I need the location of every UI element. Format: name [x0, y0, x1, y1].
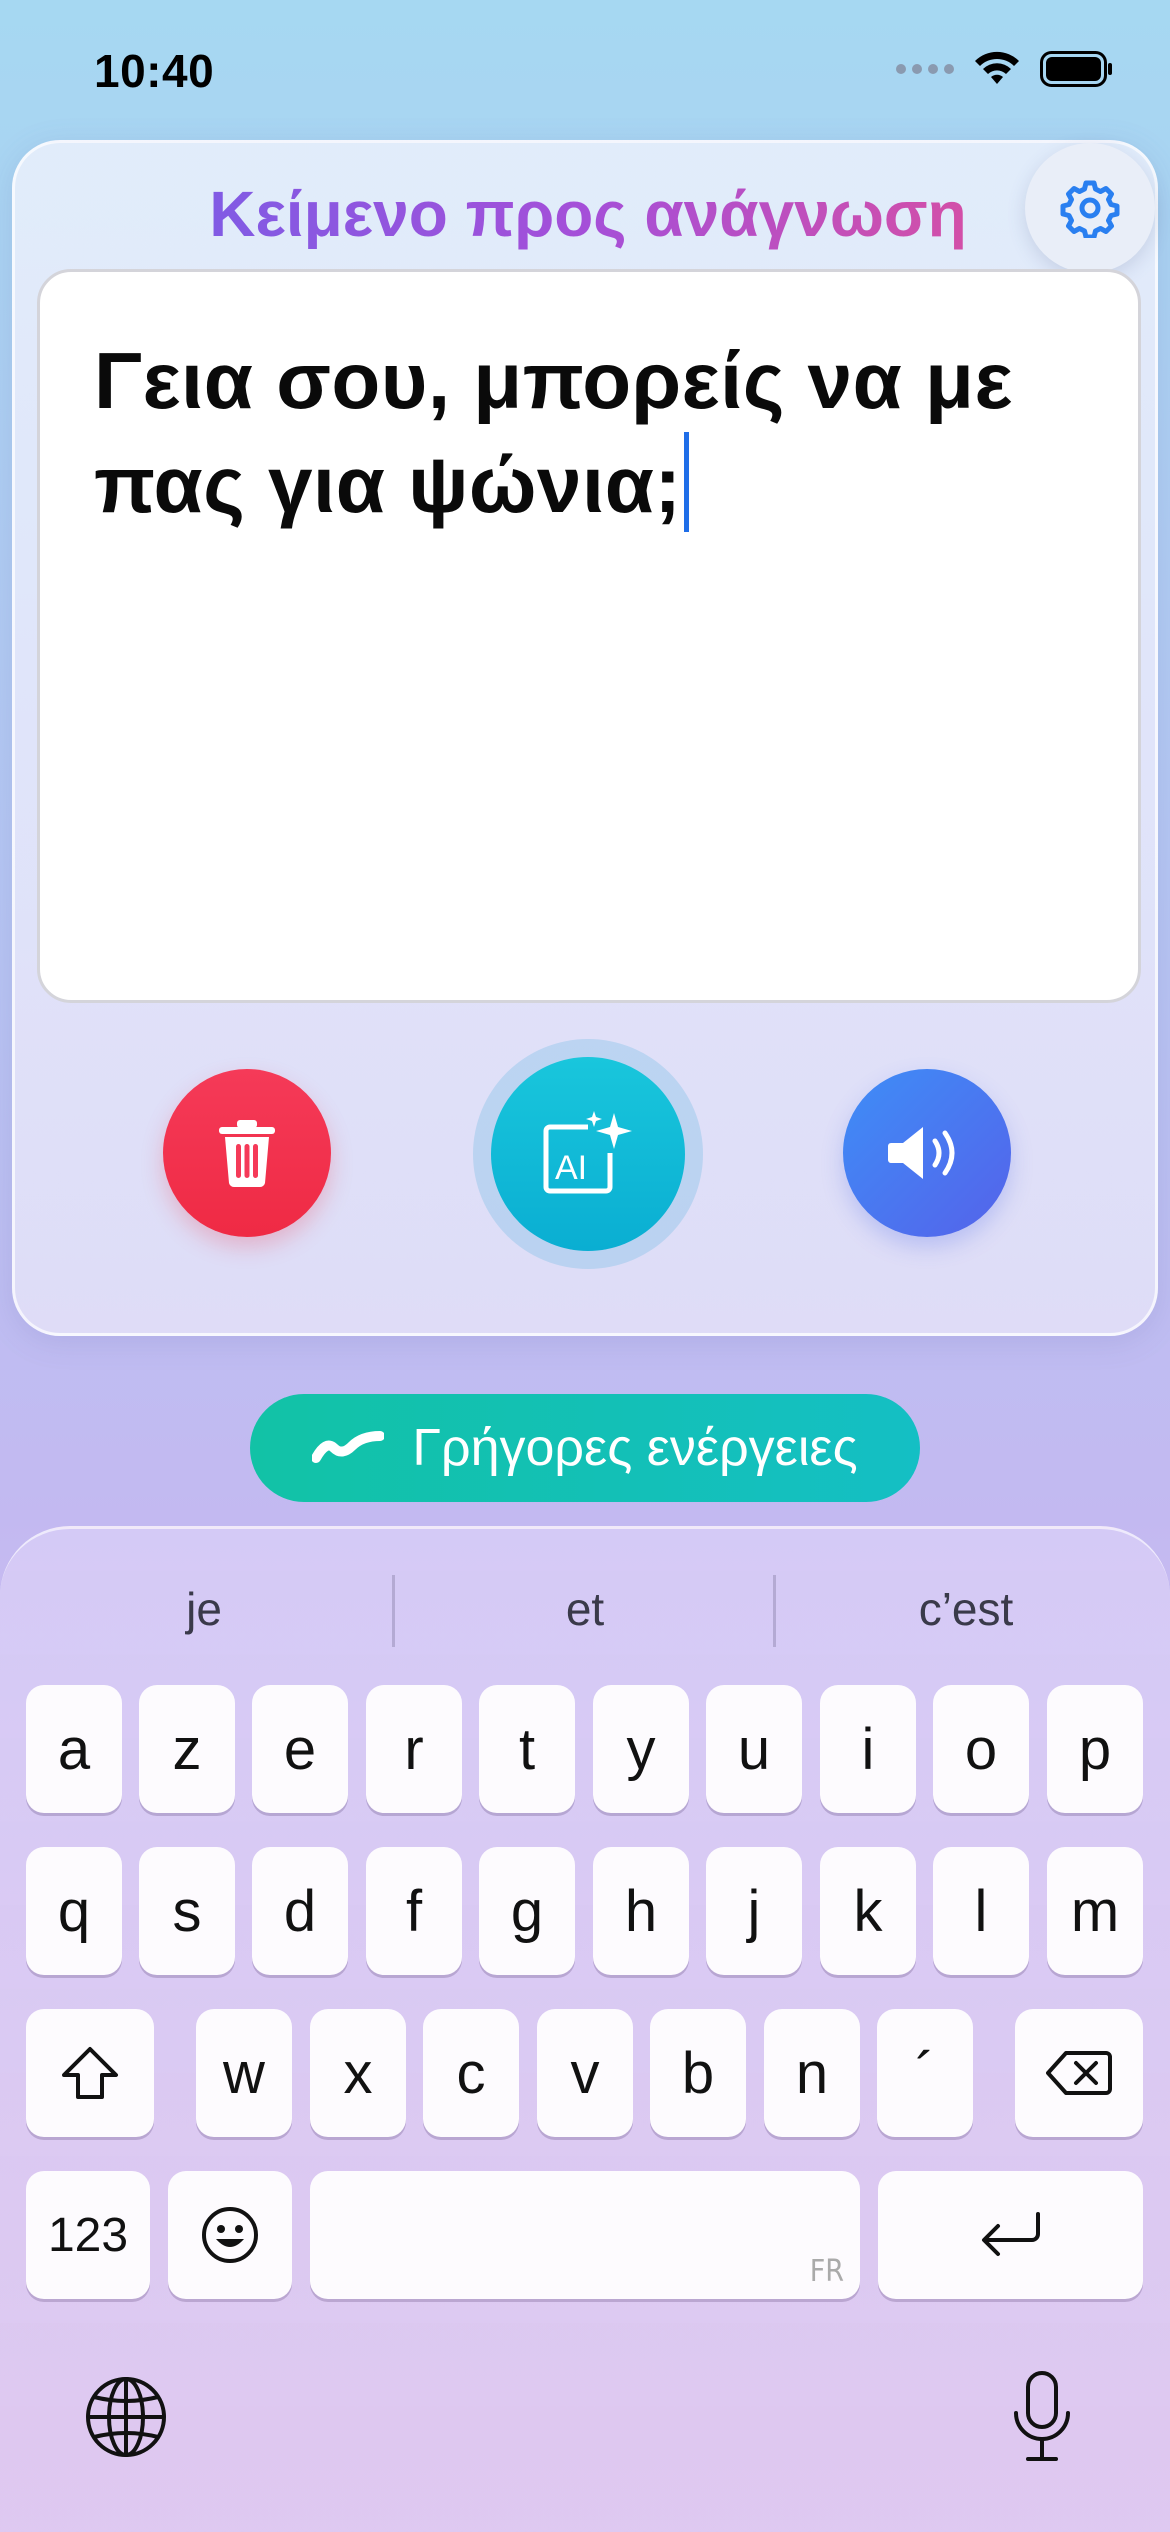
suggestion-item[interactable]: et: [395, 1559, 775, 1659]
suggestion-item[interactable]: c’est: [776, 1559, 1156, 1659]
key[interactable]: l: [933, 1847, 1029, 1975]
emoji-icon: [202, 2207, 258, 2263]
key[interactable]: e: [252, 1685, 348, 1813]
space-language-label: FR: [809, 2254, 844, 2289]
globe-icon[interactable]: [84, 2375, 168, 2459]
key[interactable]: x: [310, 2009, 406, 2137]
cellular-signal-icon: [896, 64, 954, 74]
key[interactable]: h: [593, 1847, 689, 1975]
status-bar: 10:40: [0, 0, 1170, 140]
battery-icon: [1040, 51, 1112, 87]
text-input-area[interactable]: Γεια σου, μπορείς να με πας για ψώνια;: [37, 269, 1141, 1003]
key[interactable]: p: [1047, 1685, 1143, 1813]
key[interactable]: q: [26, 1847, 122, 1975]
key[interactable]: c: [423, 2009, 519, 2137]
return-icon: [981, 2212, 1040, 2256]
quick-actions-label: Γρήγορες ενέργειες: [412, 1419, 858, 1477]
settings-button[interactable]: [1025, 143, 1155, 273]
gear-icon: [1060, 180, 1120, 238]
key[interactable]: g: [479, 1847, 575, 1975]
key[interactable]: j: [706, 1847, 802, 1975]
ai-sparkle-icon: AI: [543, 1111, 632, 1194]
svg-text:AI: AI: [555, 1149, 587, 1187]
key[interactable]: m: [1047, 1847, 1143, 1975]
key[interactable]: b: [650, 2009, 746, 2137]
key[interactable]: f: [366, 1847, 462, 1975]
quick-actions-button[interactable]: Γρήγορες ενέργειες: [250, 1394, 920, 1502]
suggestion-bar: je et c’est: [0, 1559, 1170, 1659]
suggestion-item[interactable]: je: [14, 1559, 394, 1659]
delete-button[interactable]: [163, 1069, 331, 1237]
card-title: Κείμενο προς ανάγνωση: [15, 177, 1161, 251]
speaker-icon: [888, 1127, 955, 1179]
key[interactable]: y: [593, 1685, 689, 1813]
key[interactable]: u: [706, 1685, 802, 1813]
key[interactable]: w: [196, 2009, 292, 2137]
emoji-key[interactable]: [168, 2171, 292, 2299]
key[interactable]: i: [820, 1685, 916, 1813]
wifi-icon: [975, 51, 1019, 84]
key[interactable]: a: [26, 1685, 122, 1813]
shift-icon: [62, 2047, 118, 2099]
key[interactable]: t: [479, 1685, 575, 1813]
key[interactable]: v: [537, 2009, 633, 2137]
numbers-key[interactable]: 123: [26, 2171, 150, 2299]
status-icons: [896, 50, 1114, 88]
accent-key[interactable]: ´: [877, 2009, 973, 2137]
keyboard: je et c’est a z e r t y u i o p q s d f …: [0, 1526, 1170, 2532]
key[interactable]: d: [252, 1847, 348, 1975]
key[interactable]: z: [139, 1685, 235, 1813]
microphone-icon[interactable]: [1010, 2369, 1074, 2465]
status-time: 10:40: [94, 45, 215, 97]
text-value: Γεια σου, μπορείς να με πας για ψώνια;: [94, 336, 1013, 529]
backspace-key[interactable]: [1015, 2009, 1143, 2137]
space-key[interactable]: FR: [310, 2171, 860, 2299]
backspace-icon: [1046, 2051, 1112, 2095]
key[interactable]: r: [366, 1685, 462, 1813]
trash-icon: [219, 1120, 275, 1188]
key[interactable]: s: [139, 1847, 235, 1975]
shift-key[interactable]: [26, 2009, 154, 2137]
key[interactable]: n: [764, 2009, 860, 2137]
key[interactable]: o: [933, 1685, 1029, 1813]
text-content: Γεια σου, μπορείς να με πας για ψώνια;: [94, 330, 1088, 536]
text-caret: [683, 432, 689, 532]
key[interactable]: k: [820, 1847, 916, 1975]
text-to-speech-card: Κείμενο προς ανάγνωση Γεια σου, μπορείς …: [12, 140, 1158, 1336]
zigzag-icon: [312, 1431, 385, 1463]
return-key[interactable]: [878, 2171, 1143, 2299]
ai-button[interactable]: AI: [491, 1057, 685, 1251]
speak-button[interactable]: [843, 1069, 1011, 1237]
